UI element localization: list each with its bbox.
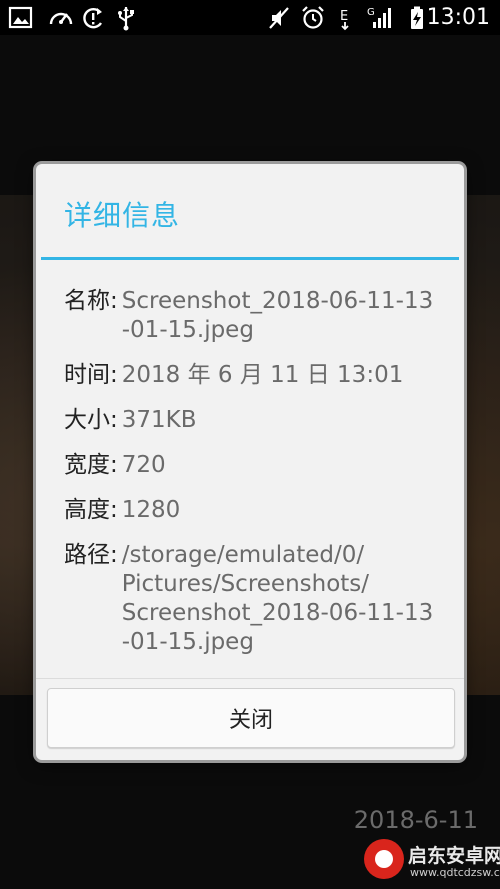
site-watermark: 启东安卓网 www.qdtcdzsw.com [364,839,500,883]
svg-text:E: E [340,9,348,24]
watermark-logo-icon [364,839,404,879]
screen: 2018-6-11 E G 13:01 详细信息 名称: Screenshot_… [0,0,500,889]
svg-text:G: G [367,7,375,18]
alarm-icon [300,5,326,31]
close-button[interactable]: 关闭 [47,688,455,748]
usb-icon [113,5,139,31]
status-bar-time: 13:01 [426,5,490,30]
dialog-footer-divider [36,678,464,679]
photo-date-label: 2018-6-11 [353,806,478,834]
details-dialog: 详细信息 名称: Screenshot_2018-06-11-13 -01-15… [36,164,464,760]
sync-alert-icon [80,5,106,31]
info-value-name: Screenshot_2018-06-11-13 -01-15.jpeg [121,288,434,343]
info-row-name: 名称: Screenshot_2018-06-11-13 -01-15.jpeg [64,287,448,345]
info-label-path: 路径: [64,542,118,568]
info-value-width: 720 [121,452,166,478]
status-bar: E G 13:01 [0,0,500,35]
info-value-time: 2018 年 6 月 11 日 13:01 [121,362,404,388]
info-label-name: 名称: [64,288,118,314]
watermark-url: www.qdtcdzsw.com [410,866,500,879]
info-value-path: /storage/emulated/0/ Pictures/Screenshot… [121,542,434,655]
edge-network-icon: E [334,5,360,31]
dialog-title: 详细信息 [64,199,181,232]
watermark-title: 启东安卓网 [408,845,500,867]
info-label-width: 宽度: [64,452,118,478]
info-row-time: 时间: 2018 年 6 月 11 日 13:01 [64,361,448,390]
image-notification-icon [8,5,34,31]
info-value-height: 1280 [121,497,181,523]
dialog-title-divider [41,257,459,260]
info-label-height: 高度: [64,497,118,523]
info-label-size: 大小: [64,407,118,433]
speedometer-icon [48,5,74,31]
info-value-size: 371KB [121,407,197,433]
signal-icon: G [366,5,392,31]
info-row-width: 宽度: 720 [64,451,448,480]
info-row-size: 大小: 371KB [64,406,448,435]
info-row-height: 高度: 1280 [64,496,448,525]
info-label-time: 时间: [64,362,118,388]
info-row-path: 路径: /storage/emulated/0/ Pictures/Screen… [64,541,448,657]
mute-icon [266,5,292,31]
